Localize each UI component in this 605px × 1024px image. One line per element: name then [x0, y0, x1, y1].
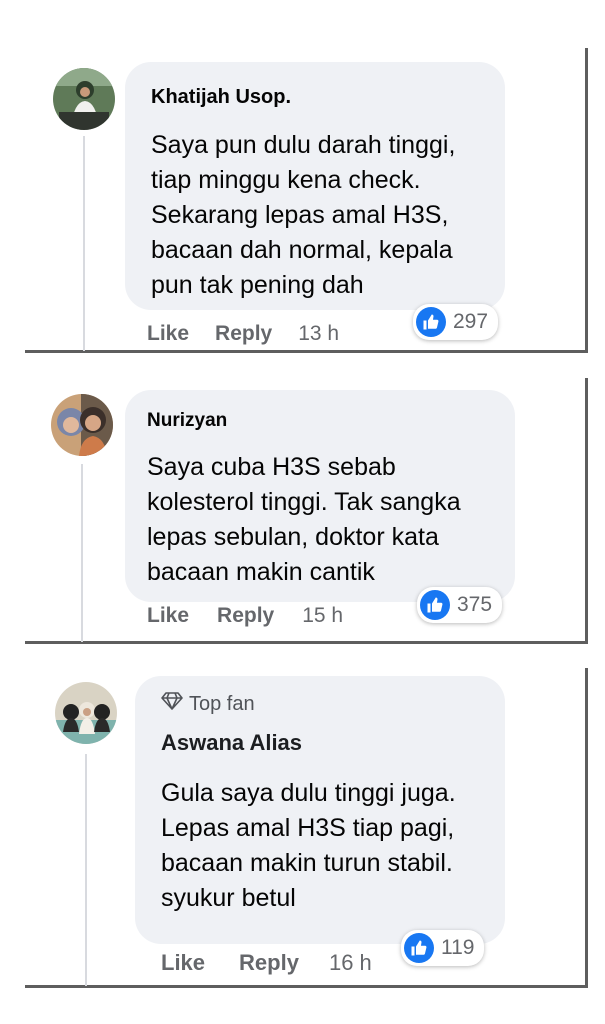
reaction-summary[interactable]: 375 — [417, 587, 503, 623]
thumbs-up-icon — [416, 307, 446, 337]
card-border-bottom — [25, 641, 588, 644]
avatar[interactable] — [51, 394, 113, 456]
comment-actions: Like Reply 13 h — [147, 322, 339, 346]
comment-card-2: Nurizyan Saya cuba H3S sebab kolesterol … — [25, 378, 588, 644]
reaction-count: 119 — [441, 936, 475, 959]
comment-text: Saya pun dulu darah tinggi, tiap minggu … — [151, 131, 456, 299]
card-border-bottom — [25, 350, 588, 353]
card-border-right — [585, 378, 588, 644]
card-border-right — [585, 668, 588, 988]
top-fan-label: Top fan — [189, 692, 255, 715]
reaction-count: 297 — [453, 310, 489, 333]
comment-actions: Like Reply 16 h — [161, 950, 372, 976]
reaction-summary[interactable]: 297 — [413, 304, 499, 340]
diamond-icon — [161, 692, 183, 716]
card-border-bottom — [25, 985, 588, 988]
comment-author[interactable]: Khatijah Usop. — [151, 86, 291, 109]
comment-author[interactable]: Aswana Alias — [161, 730, 302, 756]
reply-button[interactable]: Reply — [239, 950, 299, 976]
top-fan-badge: Top fan — [161, 692, 255, 716]
reply-thread-line — [81, 464, 83, 642]
reply-button[interactable]: Reply — [217, 604, 274, 628]
like-button[interactable]: Like — [147, 604, 189, 628]
comment-text: Saya cuba H3S sebab kolesterol tinggi. T… — [147, 453, 461, 586]
like-button[interactable]: Like — [161, 950, 205, 976]
comment-actions: Like Reply 15 h — [147, 604, 343, 628]
comment-timestamp[interactable]: 15 h — [302, 604, 343, 628]
comment-card-1: Khatijah Usop. Saya pun dulu darah tingg… — [25, 48, 588, 353]
thumbs-up-icon — [404, 933, 434, 963]
comment-author[interactable]: Nurizyan — [147, 410, 227, 432]
comment-text: Gula saya dulu tinggi juga. Lepas amal H… — [161, 779, 456, 912]
avatar[interactable] — [53, 68, 115, 130]
comment-card-3: Top fan Aswana Alias Gula saya dulu ting… — [25, 668, 588, 988]
reaction-count: 375 — [457, 593, 493, 616]
like-button[interactable]: Like — [147, 322, 189, 346]
reply-thread-line — [85, 754, 87, 986]
reaction-summary[interactable]: 119 — [401, 930, 485, 966]
avatar[interactable] — [55, 682, 117, 744]
comment-timestamp[interactable]: 13 h — [298, 322, 339, 346]
reply-button[interactable]: Reply — [215, 322, 272, 346]
thumbs-up-icon — [420, 590, 450, 620]
reply-thread-line — [83, 136, 85, 351]
comment-timestamp[interactable]: 16 h — [329, 950, 372, 976]
card-border-right — [585, 48, 588, 353]
